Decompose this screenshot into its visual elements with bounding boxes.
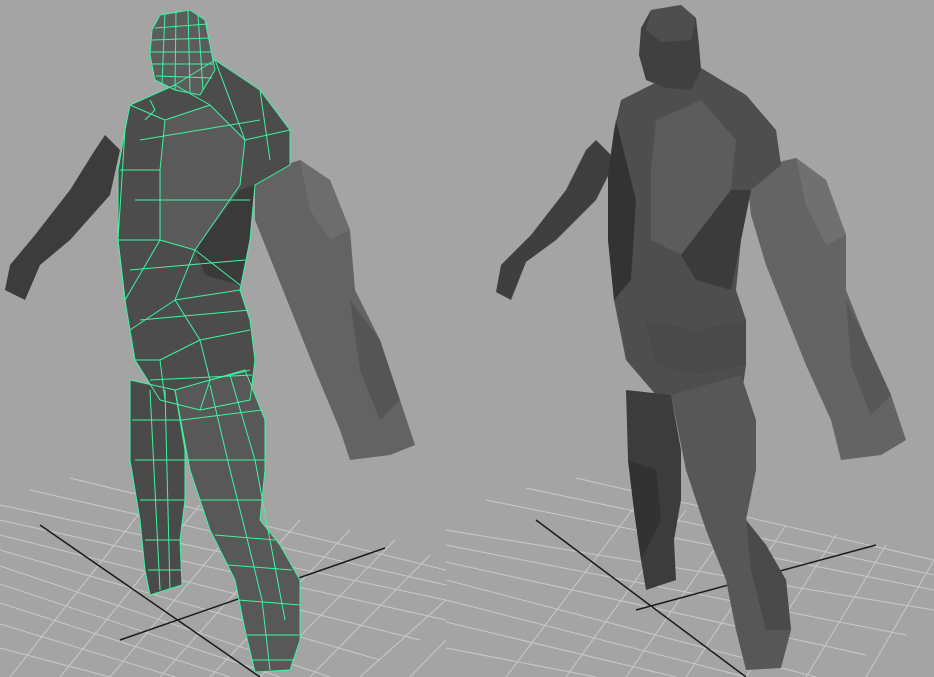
ground-grid [446, 477, 934, 677]
back-arm [5, 135, 120, 300]
viewport-canvas-right[interactable] [446, 0, 934, 677]
viewport-wireframe-shaded[interactable] [0, 0, 446, 677]
character-mesh-shaded[interactable] [5, 10, 415, 672]
back-arm [496, 140, 616, 300]
grid-axis-lines [535, 519, 877, 677]
front-leg [175, 370, 300, 672]
viewport-canvas-left[interactable] [0, 0, 446, 677]
viewport-shaded[interactable] [446, 0, 934, 677]
maya-viewport-pair [0, 0, 934, 677]
back-leg [130, 380, 185, 595]
character-mesh-shaded[interactable] [496, 5, 906, 670]
